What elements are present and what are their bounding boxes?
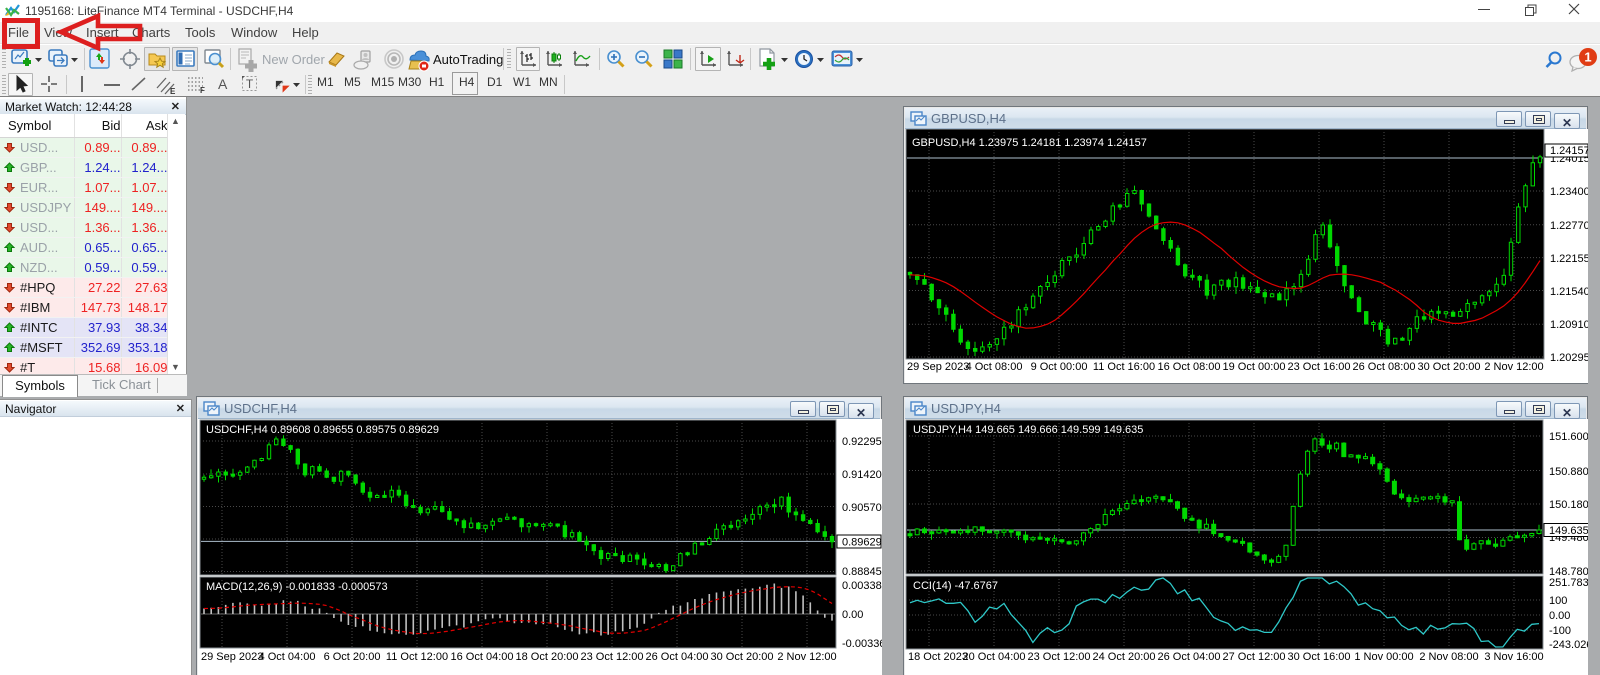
svg-text:149.635: 149.635: [1549, 525, 1588, 537]
svg-text:18 Oct 2023: 18 Oct 2023: [908, 651, 968, 663]
svg-text:1: 1: [1584, 50, 1591, 65]
svg-text:3 Nov 16:00: 3 Nov 16:00: [1484, 651, 1543, 663]
svg-text:19 Oct 00:00: 19 Oct 00:00: [1223, 361, 1286, 373]
svg-text:30 Oct 20:00: 30 Oct 20:00: [711, 651, 774, 663]
svg-text:27 Oct 12:00: 27 Oct 12:00: [1223, 651, 1286, 663]
svg-text:0.92295: 0.92295: [842, 436, 882, 448]
svg-text:29 Sep 2023: 29 Sep 2023: [907, 361, 969, 373]
svg-text:1.20910: 1.20910: [1550, 319, 1588, 331]
svg-text:0.88845: 0.88845: [842, 566, 882, 578]
svg-text:MACD(12,26,9) -0.001833 -0.000: MACD(12,26,9) -0.001833 -0.000573: [206, 581, 388, 593]
svg-text:20 Oct 04:00: 20 Oct 04:00: [963, 651, 1026, 663]
svg-text:E: E: [170, 87, 176, 95]
svg-text:251.7836: 251.7836: [1549, 577, 1588, 589]
svg-text:0.89629: 0.89629: [842, 537, 882, 549]
svg-text:1.23400: 1.23400: [1550, 186, 1588, 198]
svg-text:-100: -100: [1549, 625, 1571, 637]
svg-text:1 Nov 00:00: 1 Nov 00:00: [1354, 651, 1413, 663]
svg-text:USDJPY,H4 149.665 149.666 149: USDJPY,H4 149.665 149.666 149.599 149.63…: [913, 424, 1143, 436]
svg-text:6 Oct 20:00: 6 Oct 20:00: [324, 651, 381, 663]
svg-text:30 Oct 20:00: 30 Oct 20:00: [1418, 361, 1481, 373]
svg-text:30 Oct 16:00: 30 Oct 16:00: [1288, 651, 1351, 663]
svg-text:CCI(14) -47.6767: CCI(14) -47.6767: [913, 580, 998, 592]
svg-text:26 Oct 04:00: 26 Oct 04:00: [646, 651, 709, 663]
svg-text:2 Nov 08:00: 2 Nov 08:00: [1419, 651, 1478, 663]
svg-text:11 Oct 16:00: 11 Oct 16:00: [1093, 361, 1155, 373]
svg-text:2 Nov 12:00: 2 Nov 12:00: [1484, 361, 1543, 373]
svg-text:1.24157: 1.24157: [1550, 145, 1588, 157]
svg-text:4 Oct 08:00: 4 Oct 08:00: [966, 361, 1023, 373]
svg-text:F: F: [200, 86, 205, 94]
svg-text:151.600: 151.600: [1549, 431, 1588, 443]
svg-text:23 Oct 12:00: 23 Oct 12:00: [1028, 651, 1091, 663]
svg-text:18 Oct 20:00: 18 Oct 20:00: [516, 651, 579, 663]
svg-text:0.91420: 0.91420: [842, 469, 882, 481]
svg-text:T: T: [246, 77, 254, 91]
svg-text:0.00: 0.00: [842, 609, 863, 621]
svg-text:-243.0269: -243.0269: [1549, 639, 1588, 651]
svg-text:0.00: 0.00: [1549, 610, 1570, 622]
svg-text:26 Oct 08:00: 26 Oct 08:00: [1353, 361, 1416, 373]
svg-text:9 Oct 00:00: 9 Oct 00:00: [1031, 361, 1088, 373]
svg-text:USDCHF,H4 0.89608 0.89655 0.8: USDCHF,H4 0.89608 0.89655 0.89575 0.8962…: [206, 424, 439, 436]
svg-text:1.22770: 1.22770: [1550, 220, 1588, 232]
svg-text:11 Oct 12:00: 11 Oct 12:00: [386, 651, 448, 663]
svg-text:16 Oct 04:00: 16 Oct 04:00: [451, 651, 514, 663]
svg-text:150.880: 150.880: [1549, 466, 1588, 478]
svg-text:23 Oct 12:00: 23 Oct 12:00: [581, 651, 644, 663]
svg-text:1.20295: 1.20295: [1550, 352, 1588, 364]
svg-text:1.21540: 1.21540: [1550, 286, 1588, 298]
svg-text:GBPUSD,H4 1.23975 1.24181 1.2: GBPUSD,H4 1.23975 1.24181 1.23974 1.2415…: [912, 137, 1147, 149]
svg-text:100: 100: [1549, 595, 1567, 607]
svg-text:16 Oct 08:00: 16 Oct 08:00: [1158, 361, 1221, 373]
svg-text:-0.003361: -0.003361: [842, 638, 882, 650]
svg-text:24 Oct 20:00: 24 Oct 20:00: [1093, 651, 1156, 663]
svg-text:26 Oct 04:00: 26 Oct 04:00: [1158, 651, 1221, 663]
svg-text:150.180: 150.180: [1549, 499, 1588, 511]
svg-text:1.22155: 1.22155: [1550, 253, 1588, 265]
svg-text:23 Oct 16:00: 23 Oct 16:00: [1288, 361, 1351, 373]
svg-text:0.003381: 0.003381: [842, 580, 882, 592]
svg-text:29 Sep 2023: 29 Sep 2023: [201, 651, 263, 663]
svg-text:4 Oct 04:00: 4 Oct 04:00: [259, 651, 316, 663]
svg-text:2 Nov 12:00: 2 Nov 12:00: [777, 651, 836, 663]
svg-text:0.90570: 0.90570: [842, 502, 882, 514]
